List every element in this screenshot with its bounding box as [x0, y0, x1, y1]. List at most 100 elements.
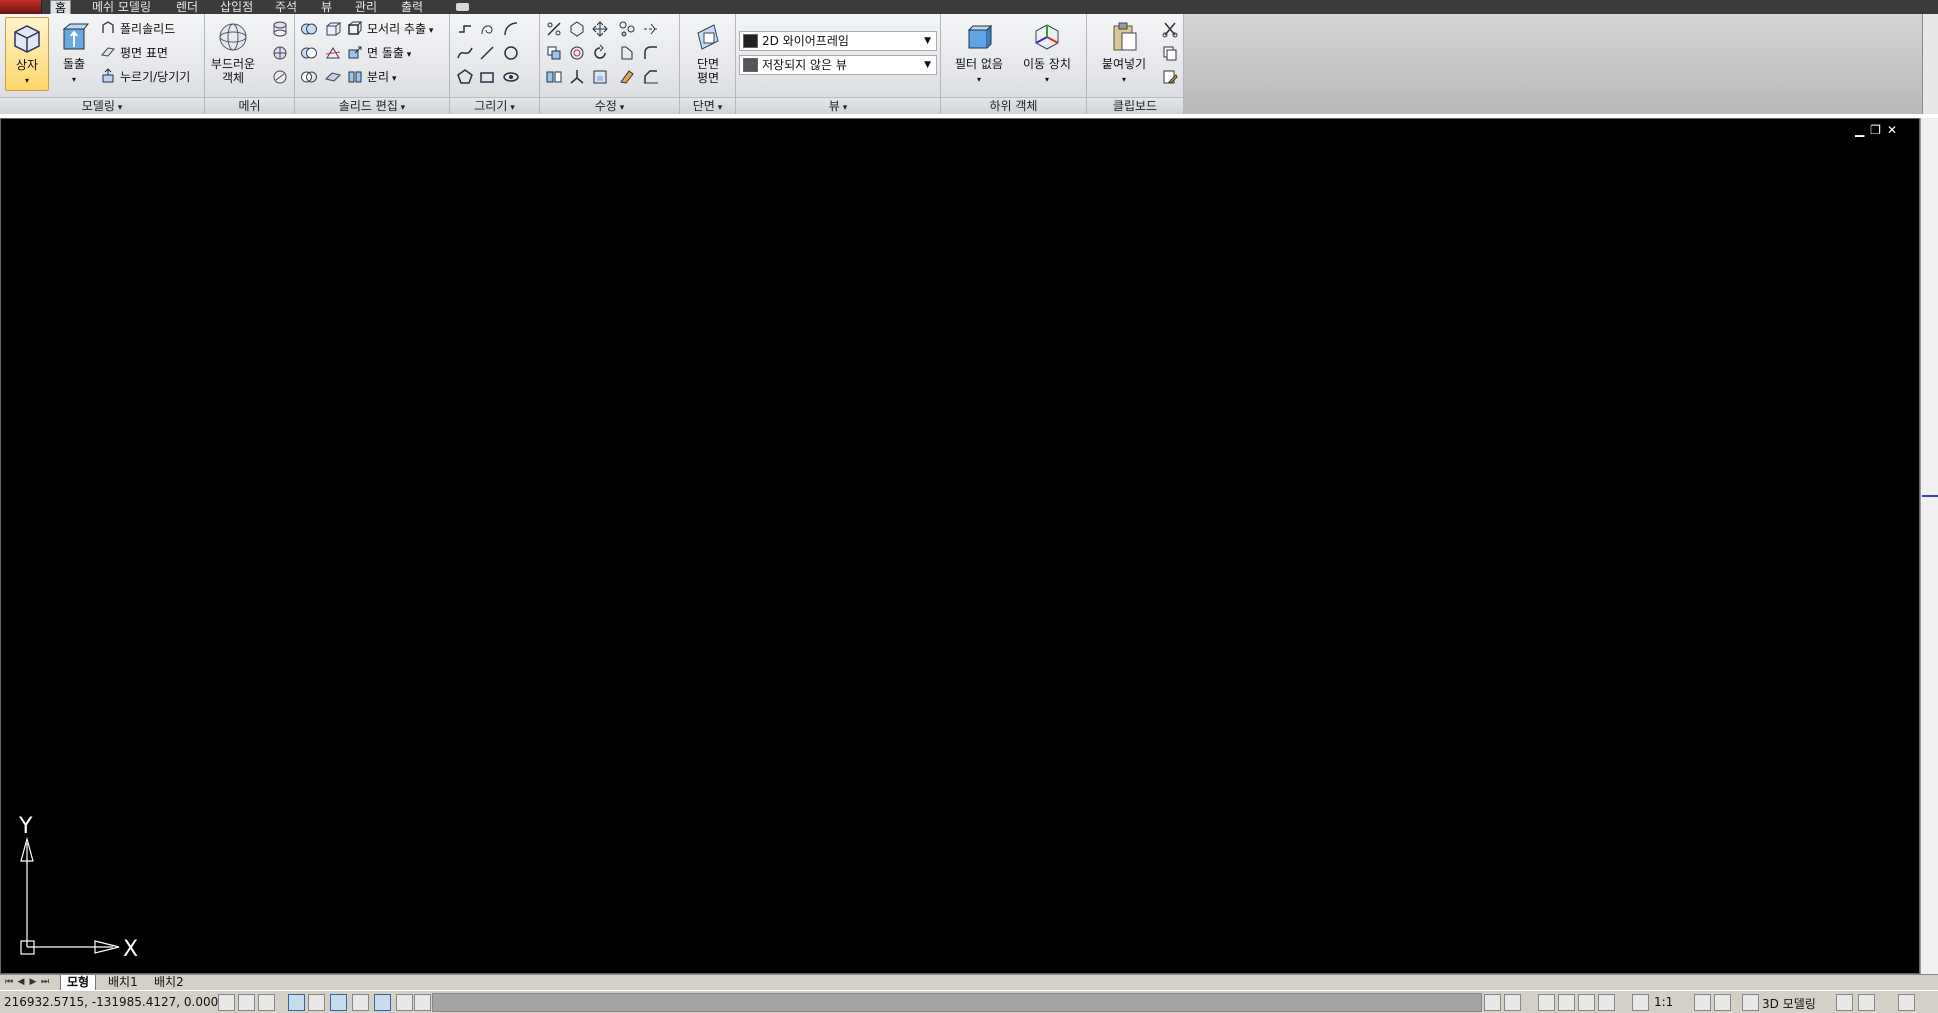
mesh-refine-button[interactable]	[269, 42, 291, 64]
3d-array-button[interactable]	[616, 18, 638, 40]
quick-view-layouts-toggle[interactable]	[1504, 994, 1521, 1011]
panel-draw-title[interactable]: 그리기	[450, 97, 539, 114]
align-button[interactable]	[640, 18, 662, 40]
planar-surface-button[interactable]: 평면 표면	[100, 42, 168, 64]
circle-button[interactable]	[500, 42, 522, 64]
lock-icon[interactable]	[1836, 994, 1853, 1011]
helix-button[interactable]	[476, 18, 498, 40]
osnap-toggle[interactable]	[330, 994, 347, 1011]
extrude-faces-button[interactable]: 면 돌출	[347, 42, 411, 64]
subtract-button[interactable]	[298, 42, 320, 64]
tab-model[interactable]: 모형	[60, 975, 97, 991]
mesh-crease-button[interactable]	[269, 66, 291, 88]
ribbon-minimize-icon[interactable]	[456, 3, 469, 11]
close-icon[interactable]: ✕	[1887, 123, 1903, 137]
no-filter-button[interactable]: 필터 없음 ▾	[949, 17, 1009, 91]
prev-layout-icon[interactable]: ◀	[16, 976, 26, 988]
panel-clipboard-title[interactable]: 클립보드	[1087, 97, 1183, 114]
stretch-button[interactable]	[589, 66, 611, 88]
steeringwheel-icon[interactable]	[1578, 994, 1595, 1011]
snap-mode-toggle[interactable]	[238, 994, 255, 1011]
arc-button[interactable]	[500, 18, 522, 40]
infer-constraints-toggle[interactable]	[218, 994, 235, 1011]
spline-tool-button[interactable]	[454, 18, 476, 40]
hardware-acceleration-icon[interactable]	[1858, 994, 1875, 1011]
move-gizmo-button[interactable]: 이동 장치 ▾	[1017, 17, 1077, 91]
extrude-button[interactable]: 돌출 ▾	[52, 17, 96, 91]
tab-layout1[interactable]: 배치1	[102, 975, 144, 991]
chamfer-button[interactable]	[640, 66, 662, 88]
offset-button[interactable]	[566, 42, 588, 64]
shell-button[interactable]	[322, 18, 344, 40]
annotation-scale-icon[interactable]	[1632, 994, 1649, 1011]
next-layout-icon[interactable]: ▶	[28, 976, 38, 988]
trim-button[interactable]	[616, 42, 638, 64]
mesh-primitive-button[interactable]	[269, 18, 291, 40]
3d-axis-button[interactable]	[566, 66, 588, 88]
polysolid-button[interactable]: 폴리솔리드	[100, 18, 175, 40]
scrollbar-thumb-marker[interactable]	[1922, 495, 1938, 497]
rectangle-button[interactable]	[476, 66, 498, 88]
intersect-button[interactable]	[298, 66, 320, 88]
vertical-scrollbar[interactable]	[1920, 118, 1938, 974]
auto-scale-icon[interactable]	[1714, 994, 1731, 1011]
panel-mesh-title[interactable]: 메쉬	[205, 97, 294, 114]
ortho-mode-toggle[interactable]	[288, 994, 305, 1011]
thicken-button[interactable]	[322, 66, 344, 88]
tab-annotate[interactable]: 주석	[271, 0, 301, 14]
paste-button[interactable]: 붙여넣기 ▾	[1093, 17, 1155, 91]
panel-modify-title[interactable]: 수정	[540, 97, 679, 114]
zoom-icon[interactable]	[1558, 994, 1575, 1011]
rotate-button[interactable]	[589, 42, 611, 64]
minimize-icon[interactable]: ▁	[1855, 123, 1870, 137]
mirror-button[interactable]	[543, 66, 565, 88]
application-menu-button[interactable]	[0, 0, 42, 14]
panel-section-title[interactable]: 단면	[680, 97, 735, 114]
polar-tracking-toggle[interactable]	[308, 994, 325, 1011]
restore-icon[interactable]: ❐	[1870, 123, 1887, 137]
annotation-scale-value[interactable]: 1:1	[1654, 995, 1673, 1009]
panel-view-title[interactable]: 뷰	[736, 97, 940, 114]
panel-subobject-title[interactable]: 하위 객체	[941, 97, 1086, 114]
cut-button[interactable]	[1159, 18, 1181, 40]
separate-button[interactable]: 분리	[347, 66, 396, 88]
3d-move-button[interactable]	[589, 18, 611, 40]
box-button[interactable]: 상자 ▾	[5, 17, 49, 91]
viewport-window-controls[interactable]: ▁❐✕	[1855, 123, 1903, 137]
match-properties-button[interactable]	[1159, 66, 1181, 88]
tab-home[interactable]: 홈	[50, 0, 72, 15]
clean-screen-icon[interactable]	[1898, 994, 1915, 1011]
tab-insert[interactable]: 삽입점	[216, 0, 257, 14]
model-space-toggle[interactable]	[1484, 994, 1501, 1011]
spline-button[interactable]	[454, 42, 476, 64]
tab-render[interactable]: 렌더	[172, 0, 202, 14]
smooth-object-button[interactable]: 부드러운 객체	[208, 17, 258, 91]
copy-button[interactable]	[1159, 42, 1181, 64]
slice-button[interactable]	[322, 42, 344, 64]
named-view-dropdown[interactable]: 저장되지 않은 뷰 ▼	[739, 55, 937, 75]
visual-style-dropdown[interactable]: 2D 와이어프레임 ▼	[739, 31, 937, 51]
tab-manage[interactable]: 관리	[351, 0, 381, 14]
presspull-button[interactable]: 누르기/당기기	[100, 66, 190, 88]
line-button[interactable]	[476, 42, 498, 64]
3d-osnap-toggle[interactable]	[352, 994, 369, 1011]
tab-output[interactable]: 출력	[397, 0, 427, 14]
3d-rotate-button[interactable]	[566, 18, 588, 40]
last-layout-icon[interactable]: ⏭	[40, 976, 50, 988]
workspace-gear-icon[interactable]	[1742, 994, 1759, 1011]
copy-modify-button[interactable]	[543, 42, 565, 64]
lineweight-toggle[interactable]	[414, 994, 431, 1011]
extract-edges-button[interactable]: 모서리 추출	[347, 18, 433, 40]
pan-icon[interactable]	[1538, 994, 1555, 1011]
scale-button[interactable]	[543, 18, 565, 40]
section-plane-button[interactable]: 단면 평면	[684, 17, 732, 91]
panel-solid-editing-title[interactable]: 솔리드 편집	[295, 97, 449, 114]
tab-view[interactable]: 뷰	[317, 0, 336, 14]
dynamic-ucs-toggle[interactable]	[396, 994, 413, 1011]
workspace-switcher[interactable]: 3D 모델링	[1762, 995, 1816, 1012]
drawing-viewport[interactable]: ▁❐✕ Y X	[0, 118, 1920, 974]
first-layout-icon[interactable]: ⏮	[4, 976, 14, 988]
polygon-button[interactable]	[454, 66, 476, 88]
grid-display-toggle[interactable]	[258, 994, 275, 1011]
ellipse-button[interactable]	[500, 66, 522, 88]
